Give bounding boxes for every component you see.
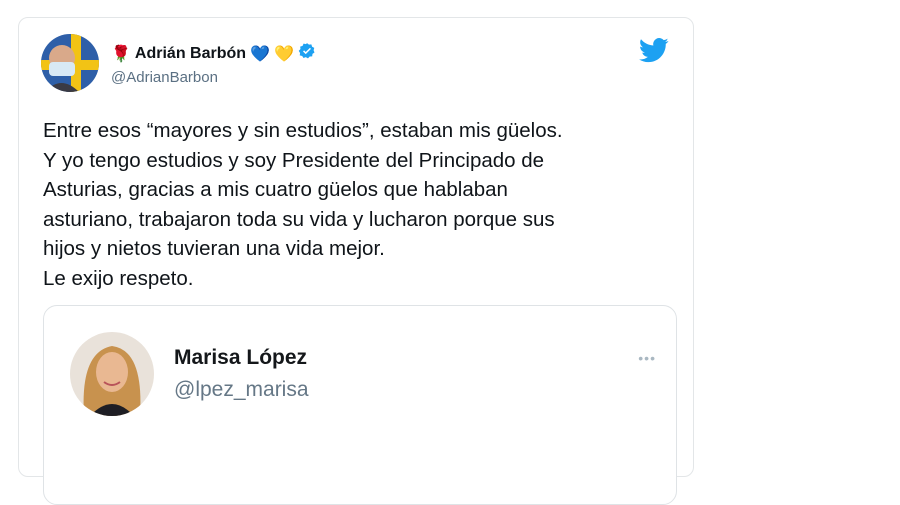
quoted-author-handle[interactable]: @lpez_marisa: [174, 378, 309, 402]
blue-heart-emoji: 💙: [250, 45, 270, 63]
quoted-author-avatar[interactable]: [70, 332, 154, 416]
quoted-tweet-card[interactable]: Marisa López @lpez_marisa •••: [43, 305, 677, 505]
author-handle[interactable]: @AdrianBarbon: [111, 69, 218, 86]
tweet-text-line: Le exijo respeto.: [43, 266, 194, 290]
tweet-text-line: asturiano, trabajaron toda su vida y luc…: [43, 207, 555, 231]
tweet-text-line: Entre esos “mayores y sin estudios”, est…: [43, 119, 563, 142]
author-name[interactable]: Adrián Barbón: [135, 45, 246, 63]
verified-badge-icon: [298, 42, 316, 65]
tweet-card[interactable]: 🌹 Adrián Barbón 💙 💛 @AdrianBarbon Entre e…: [18, 17, 694, 505]
tweet-text-line: Asturias, gracias a mis cuatro güelos qu…: [43, 178, 508, 201]
twitter-bird-icon[interactable]: [639, 38, 669, 68]
author-row: 🌹 Adrián Barbón 💙 💛: [111, 42, 316, 65]
yellow-heart-emoji: 💛: [273, 45, 294, 63]
tweet-text-line: hijos y nietos tuvieran una vida mejor.: [43, 237, 385, 260]
tweet-text-line: Y yo tengo estudios y soy Presidente del…: [43, 148, 545, 172]
tweet-text: Entre esos “mayores y sin estudios”, est…: [43, 116, 683, 293]
rose-emoji: 🌹: [111, 45, 131, 63]
quoted-author-name[interactable]: Marisa López: [174, 346, 307, 370]
more-options-icon[interactable]: •••: [638, 350, 656, 366]
author-avatar[interactable]: [41, 34, 99, 92]
